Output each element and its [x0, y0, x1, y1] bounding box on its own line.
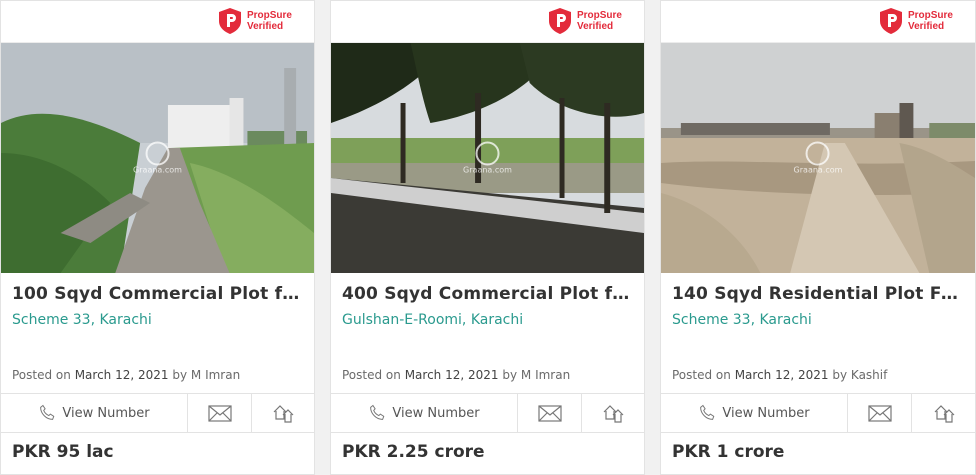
listing-price: PKR 2.25 crore [342, 442, 485, 462]
listing-grid: PropSure Verified Graana.com 100 Sqyd Co… [0, 0, 976, 475]
propsure-verified-badge: PropSure Verified [548, 7, 622, 35]
graana-watermark: Graana.com [133, 141, 182, 175]
posted-info: Posted on March 12, 2021 by Kashif [672, 368, 888, 382]
listing-location: Scheme 33, Karachi [12, 312, 152, 328]
view-number-label: View Number [392, 405, 480, 421]
badge-line1: PropSure [246, 10, 292, 21]
listing-card[interactable]: PropSure Verified [0, 0, 315, 475]
posted-by: by M Imran [172, 368, 241, 382]
listing-price: PKR 95 lac [12, 442, 114, 462]
compare-button[interactable] [582, 394, 644, 432]
listing-card[interactable]: PropSure Verified [330, 0, 645, 475]
posted-by: by M Imran [502, 368, 571, 382]
mail-icon [867, 404, 892, 422]
mail-icon [207, 404, 232, 422]
action-bar: View Number [1, 393, 314, 433]
badge-line1: PropSure [576, 10, 622, 21]
phone-icon [700, 404, 715, 420]
phone-icon [370, 404, 385, 420]
listing-title[interactable]: 400 Sqyd Commercial Plot for ... [342, 284, 630, 304]
graana-watermark: Graana.com [463, 141, 512, 175]
listing-title[interactable]: 100 Sqyd Commercial Plot for ... [12, 284, 300, 304]
email-button[interactable] [518, 394, 582, 432]
view-number-label: View Number [62, 405, 150, 421]
action-bar: View Number [661, 393, 975, 433]
mail-icon [537, 404, 562, 422]
posted-info: Posted on March 12, 2021 by M Imran [12, 368, 241, 382]
email-button[interactable] [188, 394, 252, 432]
badge-bar: PropSure Verified [331, 1, 644, 43]
listing-price: PKR 1 crore [672, 442, 785, 462]
posted-date: March 12, 2021 [404, 368, 499, 382]
posted-info: Posted on March 12, 2021 by M Imran [342, 368, 571, 382]
listing-location: Gulshan-E-Roomi, Karachi [342, 312, 524, 328]
propsure-badge-icon [879, 8, 902, 34]
posted-date: March 12, 2021 [74, 368, 169, 382]
home-compare-icon [603, 405, 624, 423]
view-number-button[interactable]: View Number [1, 394, 188, 432]
badge-line1: PropSure [907, 10, 953, 21]
badge-line2: Verified [907, 21, 945, 32]
listing-title[interactable]: 140 Sqyd Residential Plot For S... [672, 284, 961, 304]
view-number-button[interactable]: View Number [661, 394, 848, 432]
phone-icon [40, 404, 55, 420]
posted-date: March 12, 2021 [734, 368, 829, 382]
badge-bar: PropSure Verified [661, 1, 975, 43]
compare-button[interactable] [912, 394, 975, 432]
propsure-badge-icon [548, 8, 571, 34]
propsure-badge-icon [218, 8, 241, 34]
view-number-label: View Number [722, 405, 810, 421]
home-compare-icon [934, 405, 954, 423]
listing-location: Scheme 33, Karachi [672, 312, 812, 328]
email-button[interactable] [848, 394, 912, 432]
badge-bar: PropSure Verified [1, 1, 314, 43]
graana-watermark: Graana.com [794, 141, 842, 175]
compare-button[interactable] [252, 394, 314, 432]
listing-card[interactable]: PropSure Verified Graana.com 140 Sqyd Re… [660, 0, 976, 475]
view-number-button[interactable]: View Number [331, 394, 518, 432]
posted-by: by Kashif [832, 368, 888, 382]
badge-line2: Verified [246, 21, 284, 32]
badge-line2: Verified [576, 21, 614, 32]
listing-photo[interactable]: Graana.com [661, 43, 975, 273]
propsure-verified-badge: PropSure Verified [879, 7, 953, 35]
action-bar: View Number [331, 393, 644, 433]
propsure-verified-badge: PropSure Verified [218, 7, 292, 35]
listing-photo[interactable]: Graana.com [1, 43, 314, 273]
listing-photo[interactable]: Graana.com [331, 43, 644, 273]
home-compare-icon [273, 405, 294, 423]
